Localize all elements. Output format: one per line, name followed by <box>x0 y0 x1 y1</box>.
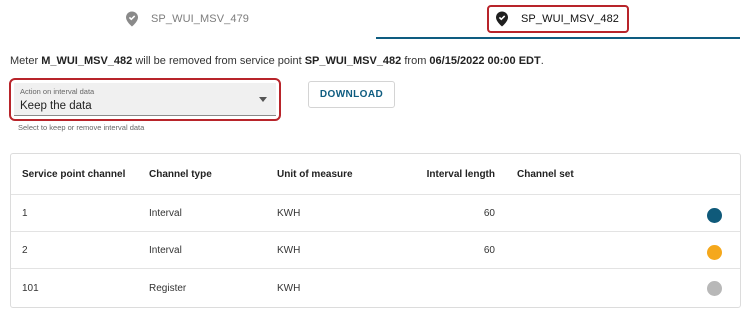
removal-message: Meter M_WUI_MSV_482 will be removed from… <box>10 55 544 67</box>
message-text: Meter <box>10 55 42 67</box>
channel-type-cell: Interval <box>149 207 182 219</box>
channel-cell: 2 <box>22 244 28 256</box>
channel-cell: 1 <box>22 207 28 219</box>
action-on-interval-data-select[interactable]: Action on interval data Keep the data <box>9 78 281 121</box>
table-row: 1 Interval KWH 60 <box>11 195 740 232</box>
channel-cell: 101 <box>22 282 39 294</box>
table-row: 101 Register KWH <box>11 269 740 307</box>
message-text: . <box>540 55 544 67</box>
unit-cell: KWH <box>277 244 301 256</box>
channel-set-color-dot <box>707 281 722 296</box>
unit-cell: KWH <box>277 207 301 219</box>
interval-length-cell: 60 <box>483 244 495 256</box>
interval-length-cell: 60 <box>483 207 495 219</box>
tab-label: SP_WUI_MSV_479 <box>151 13 249 25</box>
table-row: 2 Interval KWH 60 <box>11 232 740 269</box>
column-header: Channel type <box>149 168 212 180</box>
unit-cell: KWH <box>277 282 301 294</box>
column-header: Channel set <box>517 168 574 180</box>
meter-id: M_WUI_MSV_482 <box>41 55 133 67</box>
channel-type-cell: Register <box>149 282 187 294</box>
message-text: will be removed from service point <box>132 55 305 67</box>
column-header: Unit of measure <box>277 168 353 180</box>
service-point-tabs: SP_WUI_MSV_479 SP_WUI_MSV_482 <box>0 0 750 40</box>
service-point-id: SP_WUI_MSV_482 <box>304 55 402 67</box>
channel-set-color-dot <box>707 245 722 260</box>
tab-sp-wui-msv-479[interactable]: SP_WUI_MSV_479 <box>0 0 374 38</box>
select-helper-text: Select to keep or remove interval data <box>18 123 145 132</box>
table-header-row: Service point channel Channel type Unit … <box>11 154 740 195</box>
tab-sp-wui-msv-482[interactable]: SP_WUI_MSV_482 <box>376 0 740 38</box>
dropdown-caret-icon <box>259 97 267 102</box>
select-label: Action on interval data <box>20 87 95 96</box>
channels-table: Service point channel Channel type Unit … <box>10 153 741 308</box>
channel-type-cell: Interval <box>149 244 182 256</box>
message-text: from <box>401 55 430 67</box>
location-pin-check-icon <box>126 11 138 27</box>
location-pin-check-icon <box>496 11 508 27</box>
select-value: Keep the data <box>20 100 92 112</box>
column-header: Service point channel <box>22 168 126 180</box>
interval-length-cell <box>411 269 495 307</box>
column-header: Interval length <box>426 168 495 180</box>
active-tab-indicator <box>376 37 740 39</box>
removal-datetime: 06/15/2022 00:00 EDT <box>429 55 541 67</box>
tab-label: SP_WUI_MSV_482 <box>521 13 619 25</box>
channel-set-color-dot <box>707 208 722 223</box>
download-button[interactable]: DOWNLOAD <box>308 81 395 108</box>
